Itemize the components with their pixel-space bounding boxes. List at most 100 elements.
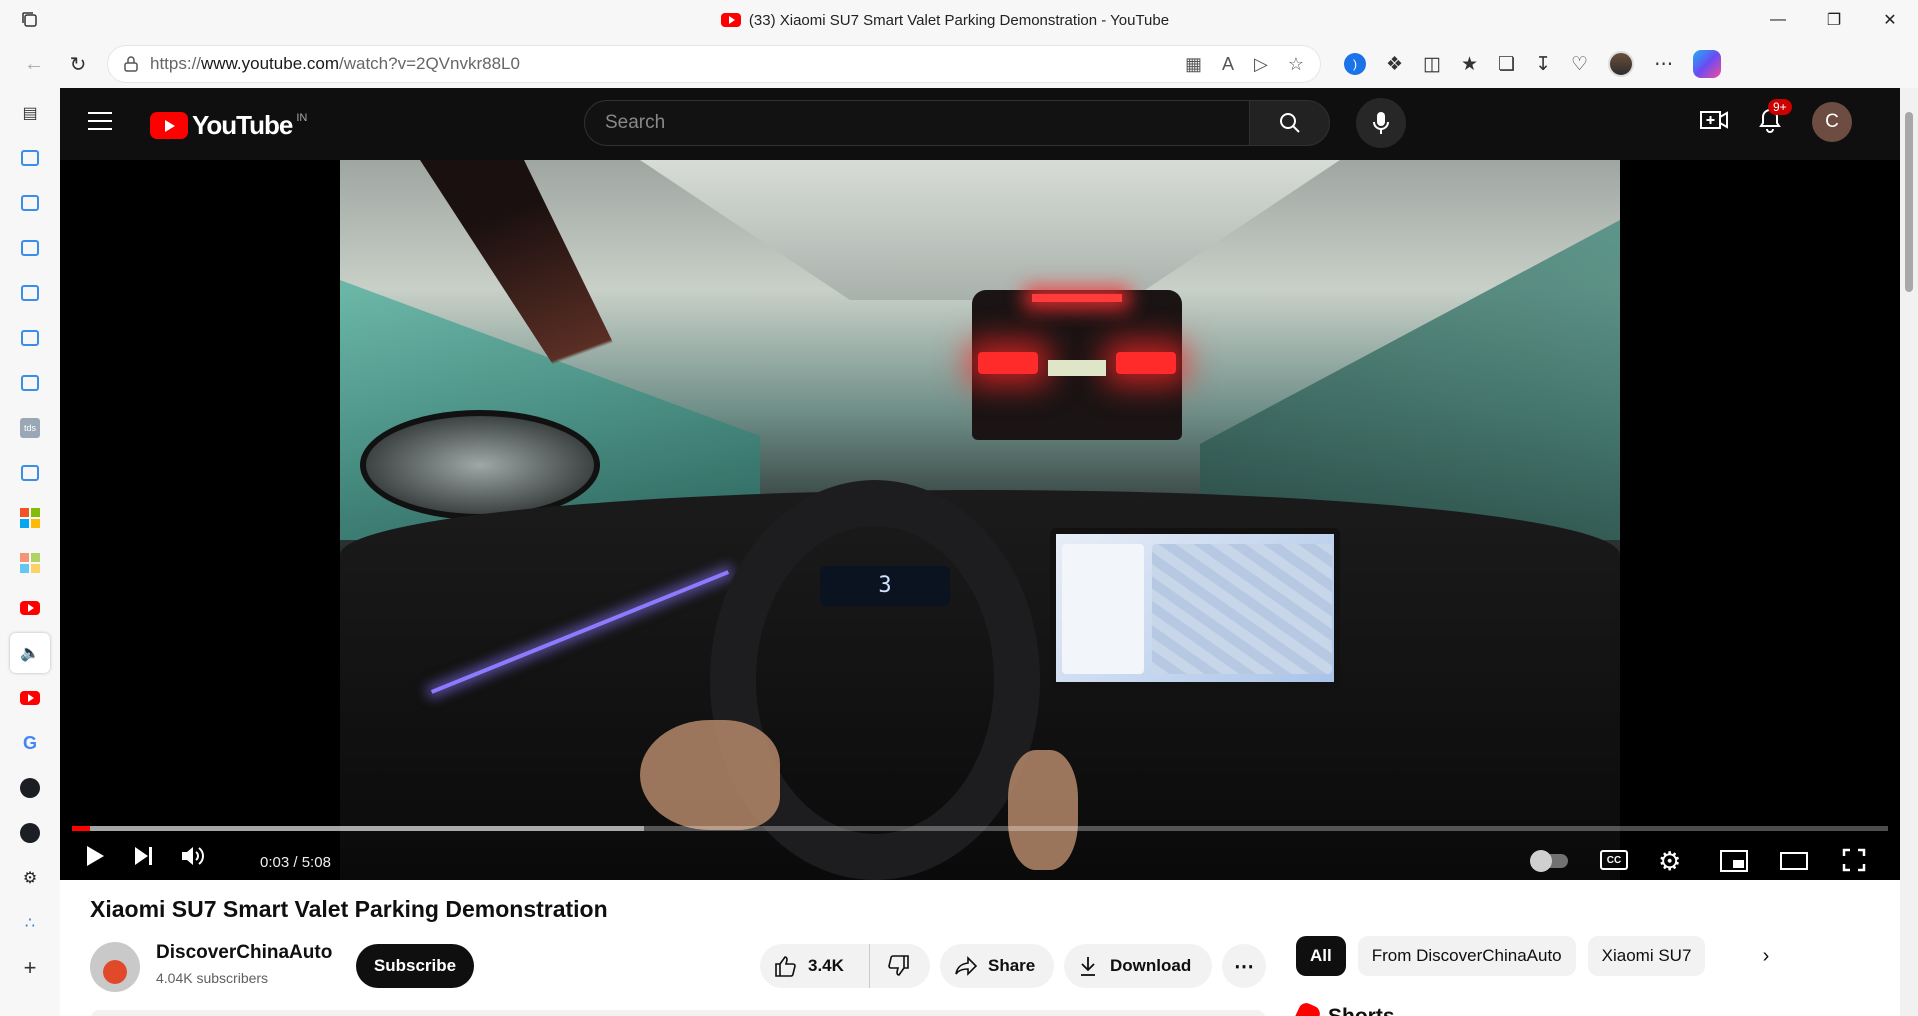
search-button[interactable] — [1250, 100, 1330, 146]
progress-played — [72, 826, 90, 831]
scrollbar-thumb[interactable] — [1905, 112, 1913, 292]
filter-chip[interactable]: All — [1296, 936, 1346, 976]
browser-essentials-icon[interactable]: ♡ — [1571, 53, 1588, 76]
page-scrollbar[interactable] — [1900, 88, 1918, 1016]
theater-mode-button[interactable] — [1780, 852, 1808, 870]
search-icon — [1279, 113, 1300, 133]
like-count: 3.4K — [808, 956, 844, 975]
close-button[interactable]: ✕ — [1862, 0, 1918, 40]
thumbs-down-icon — [888, 955, 909, 976]
extensions-puzzle-icon[interactable]: ❖ — [1386, 53, 1403, 76]
extension-icon[interactable]: ) — [1344, 53, 1366, 75]
next-button[interactable] — [132, 844, 154, 868]
google-icon: G — [22, 732, 37, 753]
sidebar-app-4[interactable] — [10, 273, 50, 313]
search-input[interactable] — [584, 100, 1250, 146]
filter-chip[interactable]: From DiscoverChinaAuto — [1357, 936, 1576, 976]
read-aloud-icon[interactable]: A — [1222, 54, 1234, 75]
youtube-logo[interactable]: YouTube IN — [150, 110, 307, 141]
video-car-ahead — [972, 290, 1182, 440]
url-text[interactable]: https://www.youtube.com/watch?v=2QVnvkr8… — [150, 54, 1173, 74]
dislike-button[interactable] — [870, 955, 928, 977]
subscribe-button[interactable]: Subscribe — [356, 944, 474, 988]
time-display: 0:03 / 5:08 — [260, 854, 331, 871]
miniplayer-icon — [1720, 850, 1748, 872]
video-frame[interactable]: 3 — [340, 160, 1620, 880]
sidebar-app-6[interactable] — [10, 363, 50, 403]
description-box[interactable] — [90, 1010, 1266, 1016]
profile-avatar[interactable] — [1608, 51, 1635, 77]
sidebar-github-1[interactable] — [10, 768, 50, 808]
autoplay-toggle[interactable] — [1530, 850, 1568, 872]
progress-bar[interactable] — [72, 826, 1888, 831]
menu-icon[interactable] — [88, 112, 112, 130]
like-button[interactable]: 3.4K — [760, 944, 870, 988]
notifications-button[interactable]: 9+ — [1758, 98, 1792, 138]
sidebar-app-5[interactable] — [10, 318, 50, 358]
refresh-button[interactable]: ↻ — [56, 44, 100, 84]
collections-icon[interactable]: ❏ — [1498, 53, 1515, 76]
fullscreen-icon — [1842, 848, 1866, 872]
microsoft-icon — [20, 553, 40, 573]
split-screen-icon[interactable]: ◫ — [1423, 53, 1441, 76]
video-wall-right — [1200, 220, 1620, 540]
sidebar-youtube-2[interactable] — [10, 678, 50, 718]
sidebar-app-7[interactable] — [10, 453, 50, 493]
download-button[interactable]: Download — [1064, 944, 1212, 988]
sidebar-app-tds[interactable]: tds — [10, 408, 50, 448]
url-bar[interactable]: https://www.youtube.com/watch?v=2QVnvkr8… — [108, 46, 1320, 82]
volume-button[interactable] — [180, 844, 206, 868]
notification-badge: 9+ — [1768, 98, 1792, 115]
volume-icon — [182, 847, 204, 865]
settings-more-icon[interactable]: ⋯ — [1654, 53, 1673, 76]
miniplayer-button[interactable] — [1720, 850, 1748, 872]
channel-name[interactable]: DiscoverChinaAuto — [156, 942, 332, 964]
filter-chip[interactable]: Xiaomi SU7 — [1587, 936, 1706, 976]
tab-actions-icon[interactable]: ▤ — [10, 93, 50, 133]
voice-search-button[interactable] — [1356, 98, 1406, 148]
sidebar-app-1[interactable] — [10, 138, 50, 178]
tds-icon: tds — [20, 418, 40, 438]
sidebar-app-2[interactable] — [10, 183, 50, 223]
settings-button[interactable]: ⚙ — [1658, 846, 1681, 877]
app-available-icon[interactable]: ▦ — [1185, 54, 1202, 75]
sidebar-app-dots[interactable]: ∴ — [10, 903, 50, 943]
back-button[interactable]: ← — [12, 44, 56, 84]
dots-app-icon: ∴ — [24, 915, 36, 932]
sidebar-youtube-1[interactable] — [10, 588, 50, 628]
sidebar-app-3[interactable] — [10, 228, 50, 268]
account-avatar[interactable]: C — [1812, 102, 1852, 142]
gear-icon: ⚙ — [1658, 846, 1682, 876]
play-button[interactable] — [84, 844, 106, 868]
fullscreen-button[interactable] — [1842, 848, 1866, 872]
video-cluster-gear: 3 — [820, 566, 950, 606]
favorites-icon[interactable]: ★ — [1461, 53, 1478, 76]
video-icon[interactable]: ▷ — [1254, 54, 1268, 75]
sidebar-google[interactable]: G — [10, 723, 50, 763]
restore-button[interactable]: ❐ — [1806, 0, 1862, 40]
browser-sidebar: ▤ tds 🔈 G ⚙ ∴ + — [0, 88, 60, 1016]
favorite-star-icon[interactable]: ☆ — [1288, 54, 1304, 75]
sidebar-github-2[interactable] — [10, 813, 50, 853]
sidebar-add-button[interactable]: + — [10, 948, 50, 988]
sidebar-app-gear[interactable]: ⚙ — [10, 858, 50, 898]
sidebar-audio-tab[interactable]: 🔈 — [10, 633, 50, 673]
app-icon — [21, 285, 39, 301]
video-center-screen — [1050, 528, 1340, 688]
more-actions-button[interactable]: ⋯ — [1222, 944, 1266, 988]
chips-next-button[interactable]: › — [1750, 940, 1782, 972]
cc-icon: CC — [1600, 850, 1628, 870]
share-button[interactable]: Share — [940, 944, 1054, 988]
sidebar-microsoft-2[interactable] — [10, 543, 50, 583]
minimize-button[interactable]: — — [1750, 0, 1806, 40]
recommendation-chips: All From DiscoverChinaAuto Xiaomi SU7 — [1296, 936, 1706, 976]
sidebar-microsoft-1[interactable] — [10, 498, 50, 538]
downloads-icon[interactable]: ↧ — [1535, 53, 1551, 76]
copilot-icon[interactable] — [1693, 50, 1722, 78]
play-icon — [87, 846, 104, 866]
subtitles-button[interactable]: CC — [1600, 850, 1628, 870]
create-button[interactable] — [1700, 109, 1728, 136]
video-player[interactable]: 3 0:03 / 5:08 CC ⚙ — [60, 160, 1900, 880]
channel-avatar[interactable] — [90, 942, 140, 992]
workspaces-button[interactable] — [0, 11, 60, 29]
